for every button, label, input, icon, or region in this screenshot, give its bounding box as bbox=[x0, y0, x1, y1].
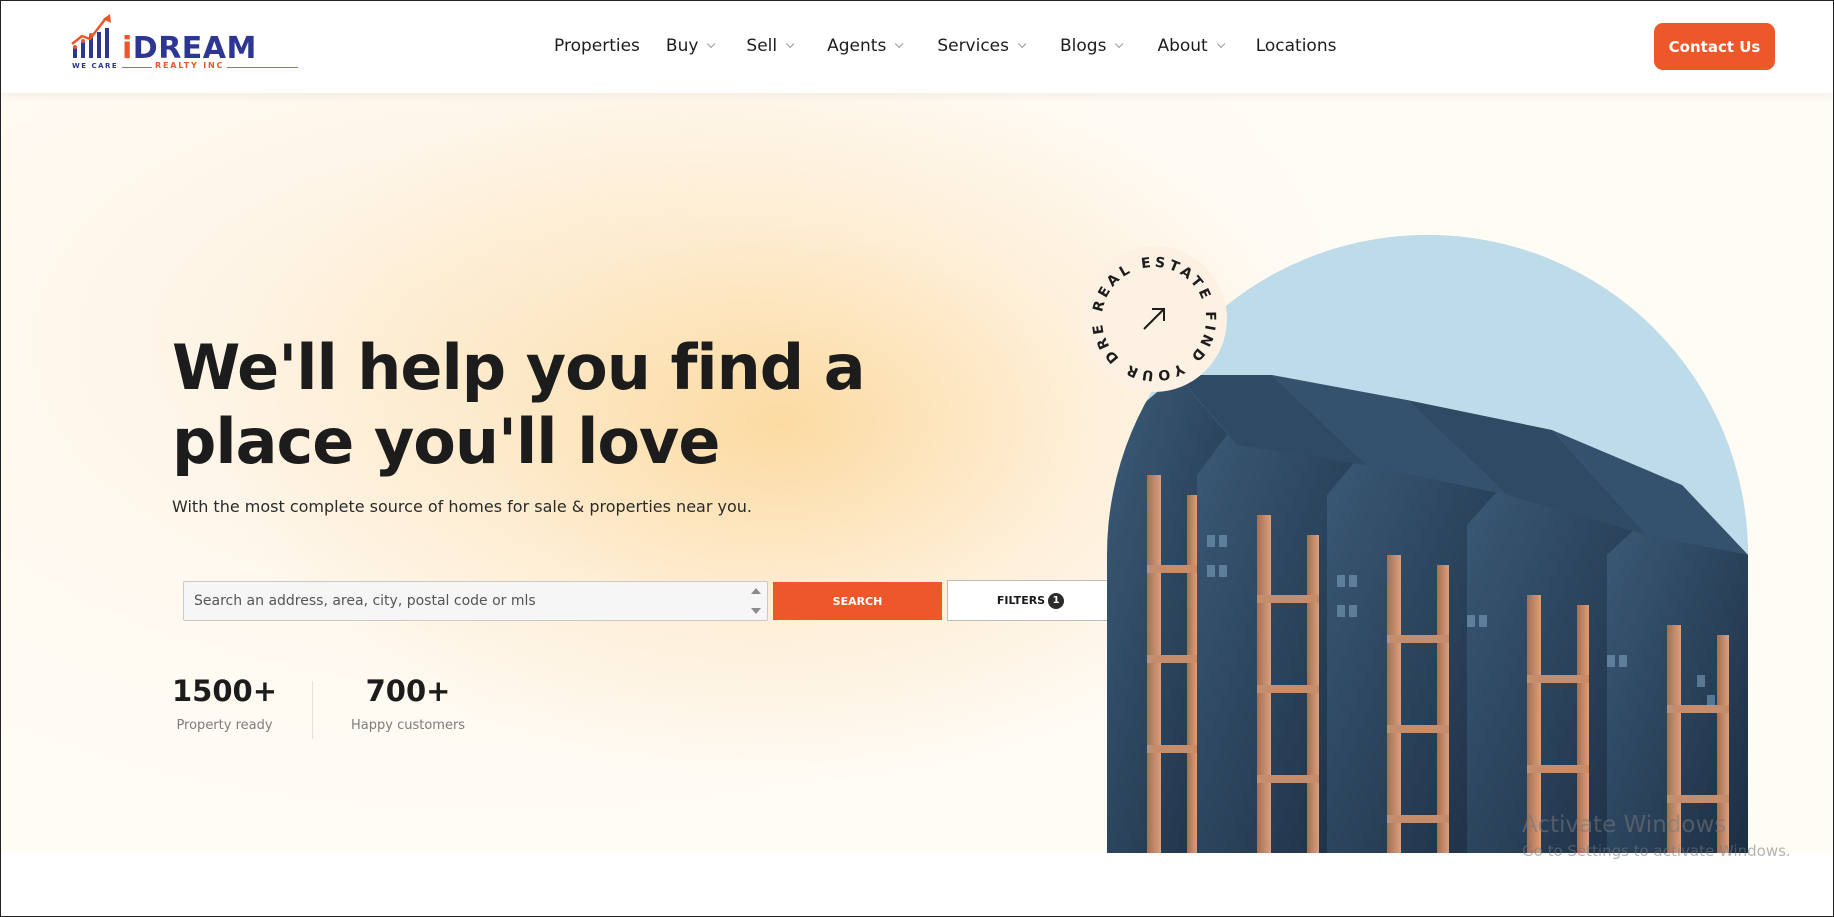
chevron-down-icon bbox=[895, 39, 904, 49]
chevron-down-icon bbox=[1115, 39, 1124, 49]
logo-tagline: WE CARE bbox=[72, 62, 119, 70]
watermark-subtitle: Go to Settings to activate Windows. bbox=[1522, 842, 1791, 860]
chevron-down-icon bbox=[1017, 39, 1027, 49]
svg-text:REAL ESTATE FIND YOUR DREAMS: REAL ESTATE FIND YOUR DREAMS bbox=[1081, 246, 1218, 383]
stat-label: Property ready bbox=[176, 718, 273, 733]
stat-label: Happy customers bbox=[351, 718, 466, 733]
stat-divider bbox=[312, 681, 313, 739]
search-button[interactable]: SEARCH bbox=[773, 582, 942, 620]
chevron-down-icon bbox=[707, 39, 716, 49]
hero-subtitle: With the most complete source of homes f… bbox=[172, 497, 752, 516]
search-input[interactable] bbox=[184, 582, 744, 620]
hero-title-line-2: place you'll love bbox=[172, 405, 720, 478]
search-box bbox=[183, 581, 768, 621]
caret-down-icon[interactable] bbox=[751, 608, 761, 614]
chevron-down-icon bbox=[786, 39, 795, 49]
nav-item-about[interactable]: About bbox=[1157, 36, 1226, 56]
stat-value: 700+ bbox=[365, 674, 451, 708]
contact-us-button[interactable]: Contact Us bbox=[1654, 23, 1775, 70]
watermark-title: Activate Windows bbox=[1522, 812, 1727, 838]
filters-count-badge: 1 bbox=[1048, 592, 1065, 609]
chevron-down-icon bbox=[1216, 39, 1226, 49]
nav-item-buy[interactable]: Buy bbox=[666, 36, 716, 56]
main-nav: Properties Buy Sell Agents Services Blog… bbox=[554, 34, 1336, 58]
hero-title: We'll help you find a place you'll love bbox=[172, 331, 872, 479]
nav-item-blogs[interactable]: Blogs bbox=[1060, 36, 1124, 56]
filters-button[interactable]: FILTERS 1 bbox=[947, 580, 1114, 621]
logo-subtitle: REALTY INC bbox=[152, 61, 228, 70]
filters-label: FILTERS bbox=[996, 594, 1046, 607]
nav-item-sell[interactable]: Sell bbox=[746, 36, 795, 56]
search-spinner[interactable] bbox=[747, 584, 765, 618]
site-header: iDREAM WE CARE REALTY INC Properties Buy… bbox=[0, 0, 1834, 93]
nav-item-locations[interactable]: Locations bbox=[1256, 36, 1337, 56]
caret-up-icon[interactable] bbox=[751, 588, 761, 594]
nav-item-agents[interactable]: Agents bbox=[827, 36, 904, 56]
arrow-up-right-icon bbox=[1143, 308, 1165, 330]
stat-value: 1500+ bbox=[172, 674, 278, 708]
find-your-dreams-badge[interactable]: REAL ESTATE FIND YOUR DREAMS bbox=[1081, 246, 1227, 392]
chart-logo-icon bbox=[71, 14, 111, 58]
nav-item-services[interactable]: Services bbox=[937, 36, 1027, 56]
windows-activation-watermark: Activate Windows Go to Settings to activ… bbox=[1522, 812, 1791, 860]
badge-text: REAL ESTATE FIND YOUR DREAMS bbox=[1081, 246, 1215, 383]
nav-item-properties[interactable]: Properties bbox=[554, 36, 640, 56]
brand-logo[interactable]: iDREAM WE CARE REALTY INC bbox=[70, 14, 298, 74]
stat-happy-customers: 700+ Happy customers bbox=[351, 674, 465, 733]
stat-property-ready: 1500+ Property ready bbox=[172, 674, 277, 733]
hero-title-line-1: We'll help you find a bbox=[172, 331, 866, 404]
hero-section: We'll help you find a place you'll love … bbox=[0, 93, 1834, 853]
